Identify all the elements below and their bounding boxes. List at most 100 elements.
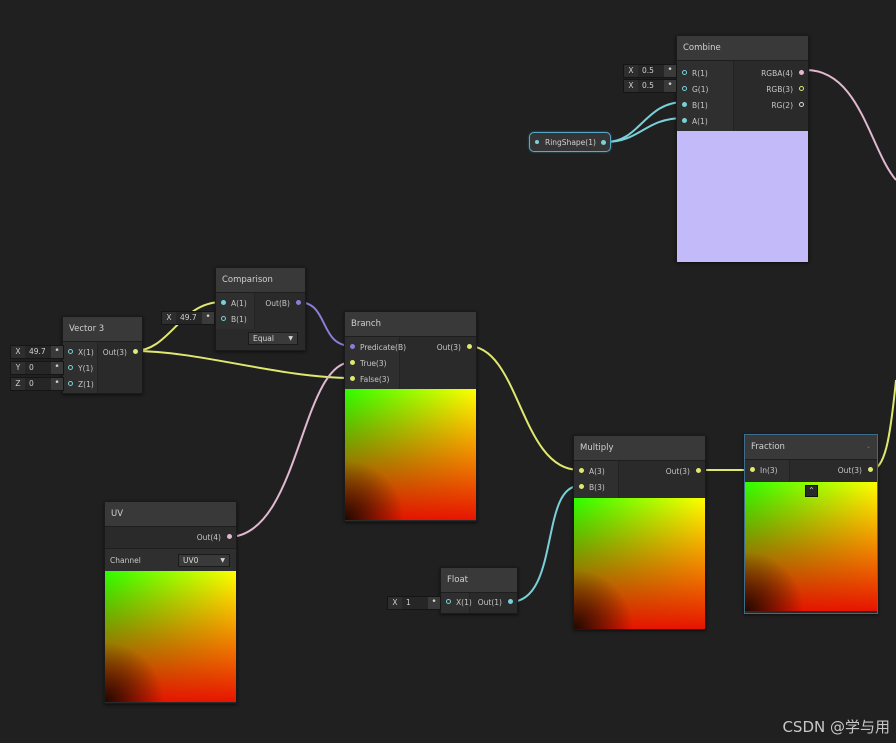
port-dot [467,344,472,349]
vector3-node[interactable]: Vector 3 X(1) Y(1) Z(1) Out(3) [62,316,143,394]
branch-preview [345,389,476,520]
port-dot [68,381,73,386]
float-node[interactable]: Float X(1) Out(1) [440,567,518,614]
comparison-port-a[interactable]: A(1) [216,296,254,312]
port-dot [296,300,301,305]
wire-branch-multiply [467,345,580,471]
fraction-port-out[interactable]: Out(3) [790,463,877,479]
port-dot [221,300,226,305]
multiply-node[interactable]: Multiply A(3) B(3) Out(3) [573,435,706,630]
uv-preview [105,571,236,702]
uv-channel-label: Channel [110,555,141,565]
uv-channel-dropdown[interactable]: UV0 ▼ [178,553,230,567]
uv-node[interactable]: UV Out(4) Channel UV0 ▼ [104,501,237,704]
combine-port-a[interactable]: A(1) [677,114,733,130]
branch-port-out[interactable]: Out(3) [400,340,476,356]
field-handle[interactable]: • [664,80,676,92]
combine-port-r[interactable]: R(1) [677,66,733,82]
chevron-down-icon: ▼ [288,335,293,342]
port-dot [799,102,804,107]
property-out-dot[interactable] [600,139,606,145]
branch-title: Branch [345,312,476,337]
port-dot [799,86,804,91]
branch-port-false[interactable]: False(3) [345,372,399,388]
port-dot [799,70,804,75]
multiply-port-out[interactable]: Out(3) [619,464,705,480]
port-dot [682,118,687,123]
vector3-y-field[interactable]: Y 0 • [10,361,64,375]
vector3-z-field[interactable]: Z 0 • [10,377,64,391]
wire-uv-branch [227,361,353,538]
branch-port-true[interactable]: True(3) [345,356,399,372]
ringshape-property-node[interactable]: RingShape(1) [529,132,611,152]
float-x-field[interactable]: X 1 • [387,596,441,610]
branch-node[interactable]: Branch Predicate(B) True(3) False(3) Out… [344,311,477,522]
field-handle[interactable]: • [428,597,440,609]
port-dot [446,599,451,604]
vector3-title: Vector 3 [63,317,142,342]
chevron-up-icon: ⌃ [808,486,815,495]
port-dot [68,349,73,354]
vector3-port-out[interactable]: Out(3) [98,345,142,361]
combine-preview [677,131,808,262]
comparison-node[interactable]: Comparison A(1) B(1) Out(B) Equal ▼ [215,267,306,351]
preview-collapse-button[interactable]: ⌃ [805,485,818,497]
combine-g-field[interactable]: X 0.5 • [623,79,677,93]
port-dot [579,484,584,489]
vector3-port-x[interactable]: X(1) [63,345,97,361]
port-dot [682,70,687,75]
comparison-type-dropdown[interactable]: Equal ▼ [248,332,298,345]
comparison-port-out[interactable]: Out(B) [255,296,305,312]
multiply-preview [574,498,705,629]
comparison-title: Comparison [216,268,305,293]
port-dot [508,599,513,604]
comparison-port-b[interactable]: B(1) [216,312,254,328]
fraction-title: Fraction ⌄ [745,435,877,460]
port-dot [350,344,355,349]
combine-node[interactable]: Combine R(1) G(1) B(1) A(1) RGBA(4) RGB(… [676,35,809,262]
combine-port-b[interactable]: B(1) [677,98,733,114]
port-dot [682,86,687,91]
watermark: CSDN @学与用 [782,718,890,736]
collapse-chevron-icon[interactable]: ⌄ [866,435,871,459]
port-dot [868,467,873,472]
fraction-node[interactable]: Fraction ⌄ In(3) Out(3) ⌃ [744,434,878,614]
wire-ringshape-a [605,117,685,143]
combine-port-g[interactable]: G(1) [677,82,733,98]
field-handle[interactable]: • [51,378,63,390]
combine-title: Combine [677,36,808,61]
uv-port-out[interactable]: Out(4) [105,527,236,546]
combine-port-rg[interactable]: RG(2) [734,98,808,114]
float-port-x[interactable]: X(1) [441,595,472,611]
field-handle[interactable]: • [202,312,214,324]
combine-port-rgba[interactable]: RGBA(4) [734,66,808,82]
vector3-port-y[interactable]: Y(1) [63,361,97,377]
port-dot [750,467,755,472]
property-dot [535,140,539,144]
combine-port-rgb[interactable]: RGB(3) [734,82,808,98]
multiply-port-a[interactable]: A(3) [574,464,618,480]
fraction-preview: ⌃ [745,482,877,611]
multiply-port-b[interactable]: B(3) [574,480,618,496]
wire-vector3-comparison [133,301,223,352]
port-dot [350,360,355,365]
port-dot [133,349,138,354]
float-title: Float [441,568,517,593]
comparison-b-field[interactable]: X 49.7 • [161,311,215,325]
field-handle[interactable]: • [664,65,676,77]
branch-port-predicate[interactable]: Predicate(B) [345,340,406,356]
fraction-port-in[interactable]: In(3) [745,463,789,479]
float-port-out[interactable]: Out(1) [470,595,517,611]
vector3-port-z[interactable]: Z(1) [63,377,97,393]
field-handle[interactable]: • [51,346,63,358]
ringshape-label: RingShape(1) [545,137,596,147]
port-dot [696,468,701,473]
combine-r-field[interactable]: X 0.5 • [623,64,677,78]
uv-title: UV [105,502,236,527]
port-dot [227,534,232,539]
port-dot [68,365,73,370]
vector3-x-field[interactable]: X 49.7 • [10,345,64,359]
multiply-title: Multiply [574,436,705,461]
field-handle[interactable]: • [51,362,63,374]
port-dot [221,316,226,321]
